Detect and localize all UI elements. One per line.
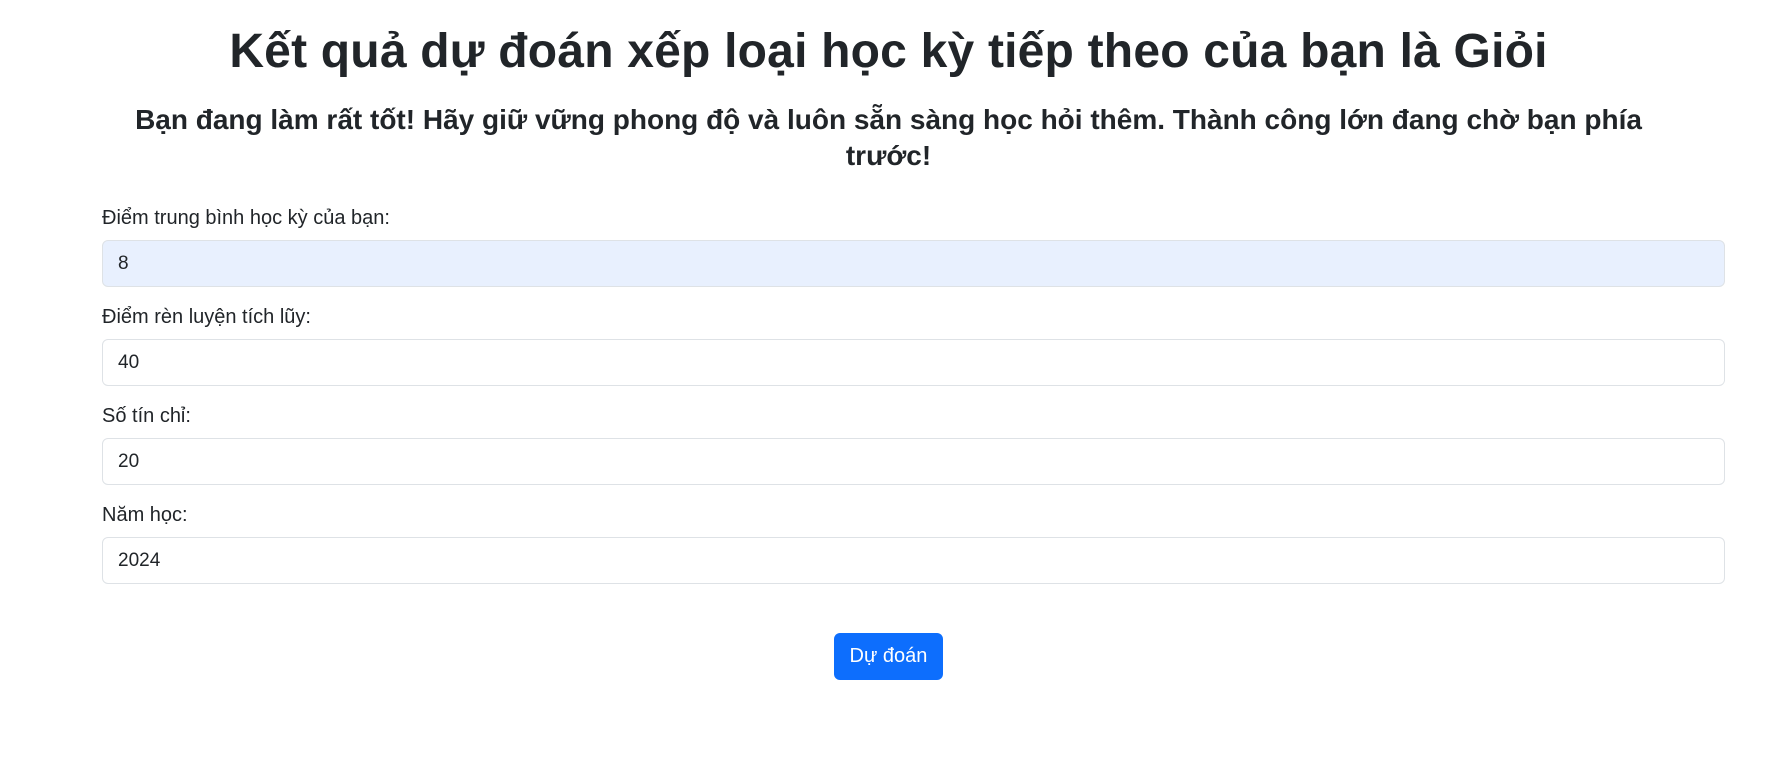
conduct-score-field-group: Điểm rèn luyện tích lũy: bbox=[102, 305, 1725, 386]
gpa-field-group: Điểm trung bình học kỳ của bạn: bbox=[102, 206, 1725, 287]
school-year-input[interactable] bbox=[102, 537, 1725, 584]
conduct-score-input[interactable] bbox=[102, 339, 1725, 386]
gpa-input[interactable] bbox=[102, 240, 1725, 287]
prediction-form: Điểm trung bình học kỳ của bạn: Điểm rèn… bbox=[102, 206, 1725, 602]
submit-container: Dự đoán bbox=[0, 633, 1777, 680]
predict-button[interactable]: Dự đoán bbox=[833, 633, 944, 680]
result-message: Bạn đang làm rất tốt! Hãy giữ vững phong… bbox=[135, 104, 1642, 171]
result-title: Kết quả dự đoán xếp loại học kỳ tiếp the… bbox=[229, 25, 1548, 78]
conduct-score-label: Điểm rèn luyện tích lũy: bbox=[102, 306, 311, 328]
prediction-page: Kết quả dự đoán xếp loại học kỳ tiếp the… bbox=[0, 0, 1777, 772]
gpa-label: Điểm trung bình học kỳ của bạn: bbox=[102, 207, 390, 229]
credits-field-group: Số tín chỉ: bbox=[102, 404, 1725, 485]
school-year-field-group: Năm học: bbox=[102, 503, 1725, 584]
credits-input[interactable] bbox=[102, 438, 1725, 485]
credits-label: Số tín chỉ: bbox=[102, 405, 191, 427]
school-year-label: Năm học: bbox=[102, 504, 188, 526]
